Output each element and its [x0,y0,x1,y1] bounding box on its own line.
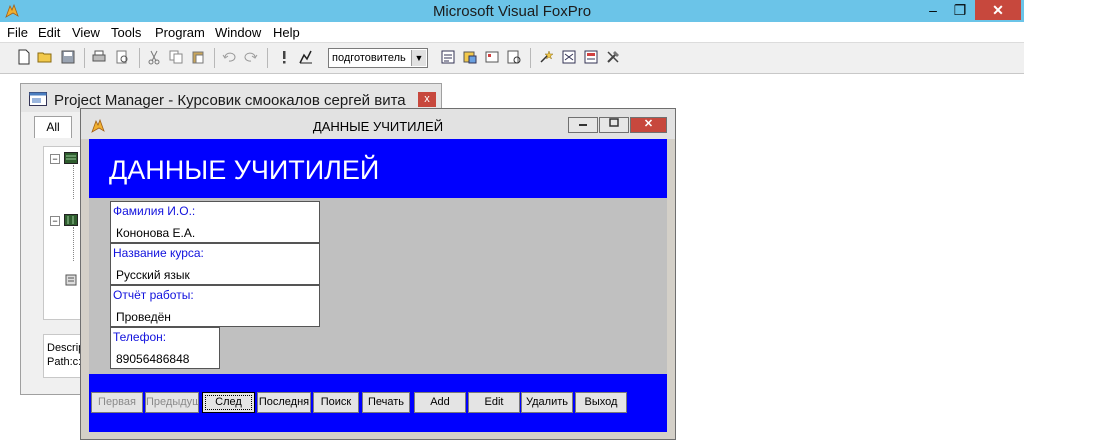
form-body: Фамилия И.О.: Кононова Е.А. Название кур… [89,198,667,374]
wizard-icon[interactable] [538,49,554,65]
menu-bar: File Edit View Tools Program Window Help [0,22,1024,43]
toolbar-separator [267,48,268,68]
last-record-button[interactable]: Последня [257,392,311,413]
app-titlebar: Microsoft Visual FoxPro – ❐ ✕ [0,0,1024,22]
menu-file[interactable]: File [7,25,28,40]
toolbar-separator [84,48,85,68]
documents-folder-icon[interactable] [64,214,78,226]
project-manager-title: Project Manager - Курсовик смоокалов сер… [54,92,406,109]
menu-tools[interactable]: Tools [111,25,141,40]
properties-icon[interactable] [484,49,500,65]
toolbar-separator [139,48,140,68]
field-course-name[interactable]: Название курса: Русский язык [110,243,320,285]
print-icon[interactable] [91,49,107,65]
tree-line [73,165,75,199]
copy-icon[interactable] [168,49,184,65]
toolbar-separator [530,48,531,68]
print-button[interactable]: Печать [362,392,410,413]
tools-icon[interactable] [605,49,621,65]
cut-icon[interactable] [146,49,162,65]
form-maximize-button[interactable] [599,117,629,133]
add-button[interactable]: Add [414,392,466,413]
project-manager-close-button[interactable]: x [418,92,436,107]
print-preview-icon[interactable] [114,49,130,65]
foxpro-app-window: Microsoft Visual FoxPro – ❐ ✕ File Edit … [0,0,1024,446]
form-designer-icon[interactable] [561,49,577,65]
standard-toolbar: подготовитель ▼ [0,43,1024,74]
project-icon [29,92,47,106]
toolbar-separator [214,48,215,68]
field-label: Отчёт работы: [113,288,194,302]
form-close-button[interactable]: ✕ [630,117,667,133]
field-label: Название курса: [113,246,204,260]
data-session-icon[interactable] [462,49,478,65]
first-record-button[interactable]: Первая [91,392,143,413]
tree-line [73,227,75,261]
teachers-form-window: ДАННЫЕ УЧИТИЛЕЙ ✕ ДАННЫЕ УЧИТИЛЕЙ Фамили… [80,108,676,440]
field-label: Фамилия И.О.: [113,204,196,218]
menu-help[interactable]: Help [273,25,300,40]
command-window-icon[interactable] [440,49,456,65]
save-icon[interactable] [60,49,76,65]
modify-form-icon[interactable] [298,49,314,65]
field-phone[interactable]: Телефон: 89056486848 [110,327,220,369]
field-value[interactable]: Кононова Е.А. [116,226,195,240]
delete-button[interactable]: Удалить [521,392,573,413]
redo-icon[interactable] [243,49,259,65]
data-folder-icon[interactable] [64,152,78,164]
chevron-down-icon[interactable]: ▼ [411,50,426,66]
form-header-title: ДАННЫЕ УЧИТИЛЕЙ [109,155,380,185]
app-close-button[interactable]: ✕ [975,0,1021,20]
menu-window[interactable]: Window [215,25,261,40]
menu-view[interactable]: View [72,25,100,40]
field-label: Телефон: [113,330,167,344]
edit-button[interactable]: Edit [468,392,520,413]
paste-icon[interactable] [190,49,206,65]
code-folder-icon[interactable] [64,273,78,287]
menu-program[interactable]: Program [155,25,205,40]
form-button-bar: Первая Предыдущ След Последня Поиск Печа… [89,374,667,432]
form-minimize-button[interactable] [568,117,598,133]
menu-edit[interactable]: Edit [38,25,60,40]
collapse-icon[interactable]: − [50,216,60,226]
field-value[interactable]: 89056486848 [116,352,189,366]
open-folder-icon[interactable] [37,49,53,65]
field-work-report[interactable]: Отчёт работы: Проведён [110,285,320,327]
toolbar-combo-value: подготовитель [332,52,406,64]
field-teacher-name[interactable]: Фамилия И.О.: Кононова Е.А. [110,201,320,243]
exit-button[interactable]: Выход [575,392,627,413]
field-value[interactable]: Проведён [116,310,171,324]
code-window-icon[interactable] [506,49,522,65]
toolbar-combo[interactable]: подготовитель ▼ [328,48,428,68]
run-exclamation-icon[interactable] [276,49,292,65]
next-record-button[interactable]: След [202,392,255,413]
app-title: Microsoft Visual FoxPro [432,3,592,20]
undo-icon[interactable] [221,49,237,65]
collapse-icon[interactable]: − [50,154,60,164]
previous-record-button[interactable]: Предыдущ [145,392,199,413]
tab-all[interactable]: All [34,116,72,138]
new-file-icon[interactable] [16,49,32,65]
search-button[interactable]: Поиск [313,392,359,413]
minimize-icon [579,124,587,126]
maximize-icon [609,118,619,127]
form-titlebar: ДАННЫЕ УЧИТИЛЕЙ ✕ [81,109,675,139]
field-value[interactable]: Русский язык [116,268,190,282]
report-designer-icon[interactable] [583,49,599,65]
form-header-banner: ДАННЫЕ УЧИТИЛЕЙ [89,139,667,198]
app-restore-button[interactable]: ❐ [947,0,973,20]
app-minimize-button[interactable]: – [920,0,946,20]
